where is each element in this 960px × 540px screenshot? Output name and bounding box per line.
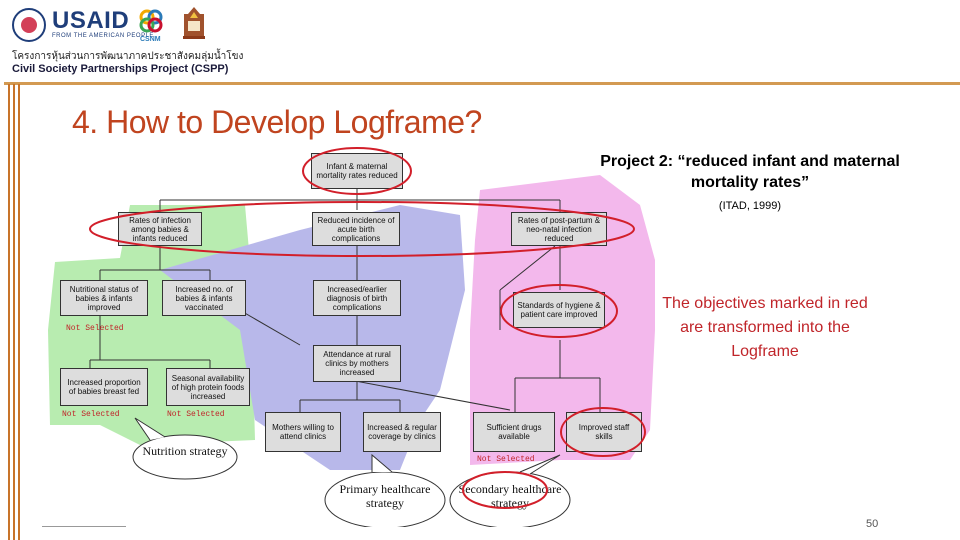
goal-node: Infant & maternal mortality rates reduce… [311, 153, 403, 189]
hygiene-node: Standards of hygiene & patient care impr… [513, 292, 605, 328]
attendance-node: Attendance at rural clinics by mothers i… [313, 345, 401, 382]
project-citation: (ITAD, 1999) [718, 200, 782, 212]
header-bar: USAID FROM THE AMERICAN PEOPLE CSNM โครง… [0, 0, 960, 80]
footer-rule [42, 526, 126, 527]
not-selected-label: Not Selected [62, 410, 120, 419]
header-divider [4, 82, 960, 85]
drugs-node: Sufficient drugs available [473, 412, 555, 452]
page-number: 50 [866, 518, 879, 530]
mothers-willing-node: Mothers willing to attend clinics [265, 412, 341, 452]
nutrition-status-node: Nutritional status of babies & infants i… [60, 280, 148, 316]
breast-fed-node: Increased proportion of babies breast fe… [60, 368, 148, 406]
seasonal-foods-node: Seasonal availability of high protein fo… [166, 368, 250, 406]
project-name: Civil Society Partnerships Project (CSPP… [12, 63, 229, 75]
not-selected-label: Not Selected [477, 455, 535, 464]
red-objectives-note: The objectives marked in red are transfo… [662, 295, 868, 360]
secondary-healthcare-text: Secondary healthcare strategy [458, 482, 562, 510]
birth-complications-node: Reduced incidence of acute birth complic… [312, 212, 400, 246]
left-border-line [13, 84, 15, 540]
primary-healthcare-text: Primary healthcare strategy [339, 482, 431, 510]
left-border-line [18, 84, 20, 540]
usaid-seal-logo [12, 8, 46, 42]
left-border-line [8, 84, 10, 540]
not-selected-label: Not Selected [66, 324, 124, 333]
usaid-logo-text: USAID [52, 7, 130, 34]
infection-node: Rates of infection among babies & infant… [118, 212, 202, 246]
not-selected-label: Not Selected [167, 410, 225, 419]
csnm-logo-text: CSNM [140, 36, 161, 43]
diagnosis-node: Increased/earlier diagnosis of birth com… [313, 280, 401, 316]
project-title: Project 2: “reduced infant and maternal … [600, 153, 900, 191]
university-crest-logo [183, 7, 205, 39]
thai-project-name: โครงการหุ้นส่วนการพัฒนาภาคประชาสังคมลุ่ม… [12, 51, 244, 62]
staff-skills-node: Improved staff skills [566, 412, 642, 452]
postpartum-node: Rates of post-partum & neo-natal infecti… [511, 212, 607, 246]
slide-title: 4. How to Develop Logframe? [72, 104, 482, 140]
csnm-logo [139, 9, 163, 33]
vaccinated-node: Increased no. of babies & infants vaccin… [162, 280, 246, 316]
nutrition-strategy-text: Nutrition strategy [142, 444, 228, 458]
regular-coverage-node: Increased & regular coverage by clinics [363, 412, 441, 452]
